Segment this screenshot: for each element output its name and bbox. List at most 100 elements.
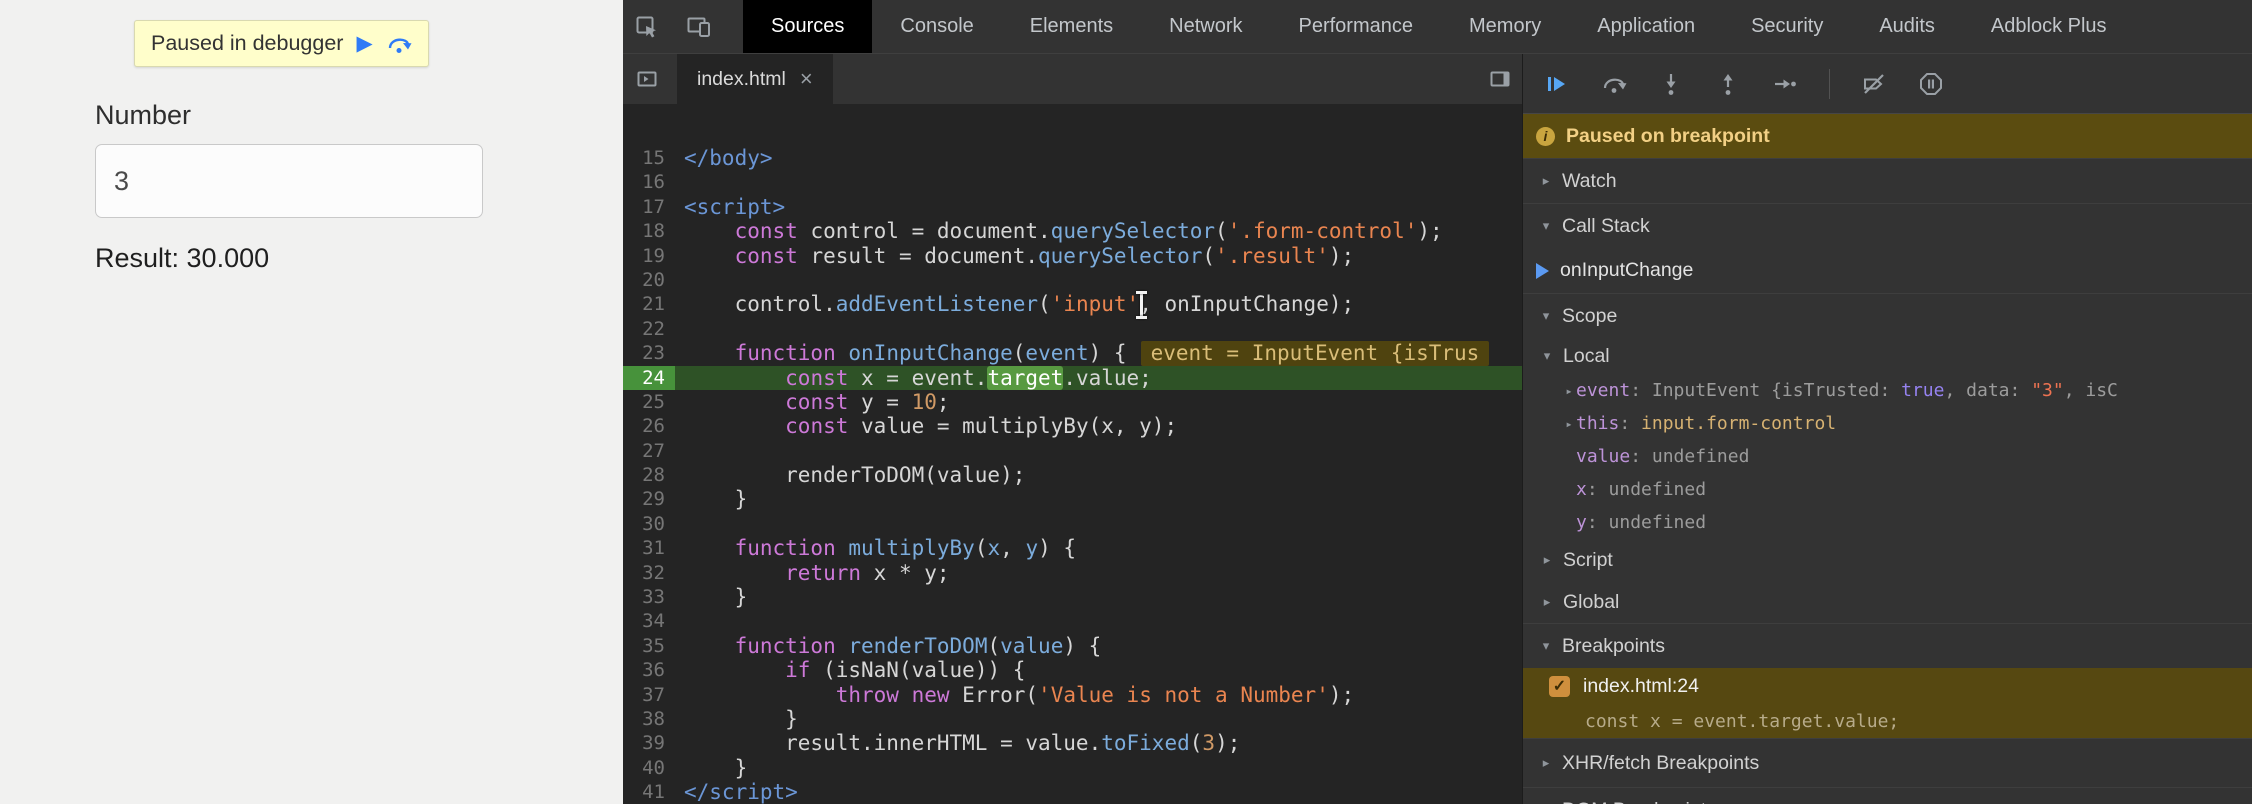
step-button[interactable] <box>1772 71 1798 97</box>
inspect-icon[interactable] <box>633 13 661 41</box>
line-number-39[interactable]: 39 <box>623 731 675 755</box>
code-line-36: 36 if (isNaN(value)) { <box>623 658 1522 682</box>
breakpoint-checkbox[interactable]: ✓ <box>1549 675 1570 697</box>
section-label: XHR/fetch Breakpoints <box>1562 751 1760 774</box>
resume-button[interactable] <box>1544 71 1570 97</box>
tab-performance[interactable]: Performance <box>1271 0 1442 53</box>
frame-name: onInputChange <box>1560 259 1694 281</box>
line-number-31[interactable]: 31 <box>623 536 675 560</box>
pause-on-exceptions-button[interactable] <box>1918 71 1944 97</box>
line-number-33[interactable]: 33 <box>623 585 675 609</box>
step-into-button[interactable] <box>1658 71 1684 97</box>
scope-var-event[interactable]: ▸ event: InputEvent {isTrusted: true, dat… <box>1523 374 2252 407</box>
code-line-26: 26 const value = multiplyBy(x, y); <box>623 414 1522 438</box>
code-text: const control = document.querySelector('… <box>734 219 1443 244</box>
scope-var-this[interactable]: ▸ this: input.form-control <box>1523 407 2252 440</box>
close-icon[interactable]: × <box>800 68 813 90</box>
line-number-32[interactable]: 32 <box>623 561 675 585</box>
var-value: , data: <box>1944 380 2032 401</box>
line-number-37[interactable]: 37 <box>623 683 675 707</box>
line-number-27[interactable]: 27 <box>623 439 675 463</box>
debugger-sidebar: i Paused on breakpoint ▸ Watch ▾ Call St… <box>1522 54 2252 804</box>
line-number-15[interactable]: 15 <box>623 146 675 170</box>
chevron-right-icon: ▸ <box>1542 755 1550 770</box>
section-scope[interactable]: ▾ Scope <box>1523 293 2252 338</box>
line-number-30[interactable]: 30 <box>623 512 675 536</box>
code-lines: 15 </body> 16 17 <script> 18 const control = … <box>623 146 1522 804</box>
code-text: } <box>684 706 798 731</box>
scope-var-value: value: undefined <box>1576 446 1750 467</box>
section-label: Scope <box>1562 304 1618 327</box>
section-dom-breakpoints[interactable]: ▸ DOM Breakpoints <box>1523 787 2252 804</box>
scope-var-y: y: undefined <box>1576 512 1707 533</box>
tab-elements[interactable]: Elements <box>1002 0 1141 53</box>
scope-script-row[interactable]: ▸ Script <box>1523 539 2252 581</box>
code-line-21: 21 control.addEventListener('input', onI… <box>623 292 1522 316</box>
line-number-23[interactable]: 23 <box>623 341 675 365</box>
line-number-34[interactable]: 34 <box>623 609 675 633</box>
tab-audits[interactable]: Audits <box>1851 0 1963 53</box>
breakpoint-entry[interactable]: ✓ index.html:24 const x = event.target.v… <box>1523 668 2252 738</box>
resume-icon[interactable]: ▶ <box>356 33 372 54</box>
paused-in-debugger-label: Paused in debugger <box>151 31 344 55</box>
line-number-25[interactable]: 25 <box>623 390 675 414</box>
line-number-16[interactable]: 16 <box>623 170 675 194</box>
tab-sources[interactable]: Sources <box>743 0 873 53</box>
chevron-right-icon[interactable]: ▸ <box>1562 417 1576 431</box>
section-watch[interactable]: ▸ Watch <box>1523 158 2252 203</box>
line-number-24[interactable]: 24 <box>623 365 675 390</box>
deactivate-breakpoints-button[interactable] <box>1861 71 1887 97</box>
step-out-button[interactable] <box>1715 71 1741 97</box>
chevron-down-icon: ▾ <box>1542 638 1550 653</box>
code-line-34: 34 <box>623 609 1522 633</box>
device-toolbar-icon[interactable] <box>685 13 713 41</box>
line-number-36[interactable]: 36 <box>623 658 675 682</box>
tab-security[interactable]: Security <box>1723 0 1851 53</box>
navigator-toggle-icon[interactable] <box>635 67 659 91</box>
var-value: undefined <box>1651 446 1750 467</box>
tab-console[interactable]: Console <box>872 0 1001 53</box>
result-text: Result: 30.000 <box>95 243 270 273</box>
code-line-23: 23 function onInputChange(event) {event … <box>623 341 1522 366</box>
var-name: y <box>1576 512 1587 533</box>
number-input[interactable] <box>95 144 483 218</box>
code-text: function onInputChange(event) {event = I… <box>675 341 1522 366</box>
var-value: undefined <box>1608 512 1707 533</box>
call-stack-frame[interactable]: onInputChange <box>1523 248 2252 293</box>
paused-on-breakpoint-banner: i Paused on breakpoint <box>1523 114 2252 158</box>
line-number-29[interactable]: 29 <box>623 487 675 511</box>
line-number-41[interactable]: 41 <box>623 780 675 804</box>
line-number-17[interactable]: 17 <box>623 195 675 219</box>
tab-adblock-plus[interactable]: Adblock Plus <box>1963 0 2135 53</box>
section-call-stack[interactable]: ▾ Call Stack <box>1523 203 2252 248</box>
step-over-button[interactable] <box>1601 71 1627 97</box>
chevron-right-icon[interactable]: ▸ <box>1562 384 1576 398</box>
line-number-28[interactable]: 28 <box>623 463 675 487</box>
file-tab-index-html[interactable]: index.html × <box>677 54 833 104</box>
tab-application[interactable]: Application <box>1569 0 1723 53</box>
line-number-21[interactable]: 21 <box>623 292 675 316</box>
breakpoint-header: ✓ index.html:24 <box>1523 668 2252 704</box>
step-over-icon[interactable] <box>386 31 412 57</box>
line-number-18[interactable]: 18 <box>623 219 675 243</box>
line-number-19[interactable]: 19 <box>623 244 675 268</box>
tab-memory[interactable]: Memory <box>1441 0 1569 53</box>
code-text: if (isNaN(value)) { <box>785 658 1026 683</box>
code-editor[interactable]: 15 </body> 16 17 <script> 18 const control = … <box>623 104 1522 804</box>
line-number-20[interactable]: 20 <box>623 268 675 292</box>
scope-global-row[interactable]: ▸ Global <box>1523 581 2252 623</box>
sidebar-toggle-icon[interactable] <box>1488 67 1512 91</box>
tab-network[interactable]: Network <box>1141 0 1270 53</box>
section-label: Watch <box>1562 169 1617 192</box>
line-number-40[interactable]: 40 <box>623 756 675 780</box>
line-number-26[interactable]: 26 <box>623 414 675 438</box>
code-line-20: 20 <box>623 268 1522 292</box>
section-xhr-breakpoints[interactable]: ▸ XHR/fetch Breakpoints <box>1523 738 2252 787</box>
line-number-38[interactable]: 38 <box>623 707 675 731</box>
line-number-22[interactable]: 22 <box>623 317 675 341</box>
section-breakpoints[interactable]: ▾ Breakpoints <box>1523 623 2252 668</box>
scope-local-row[interactable]: ▾ Local <box>1523 338 2252 374</box>
line-number-35[interactable]: 35 <box>623 634 675 658</box>
